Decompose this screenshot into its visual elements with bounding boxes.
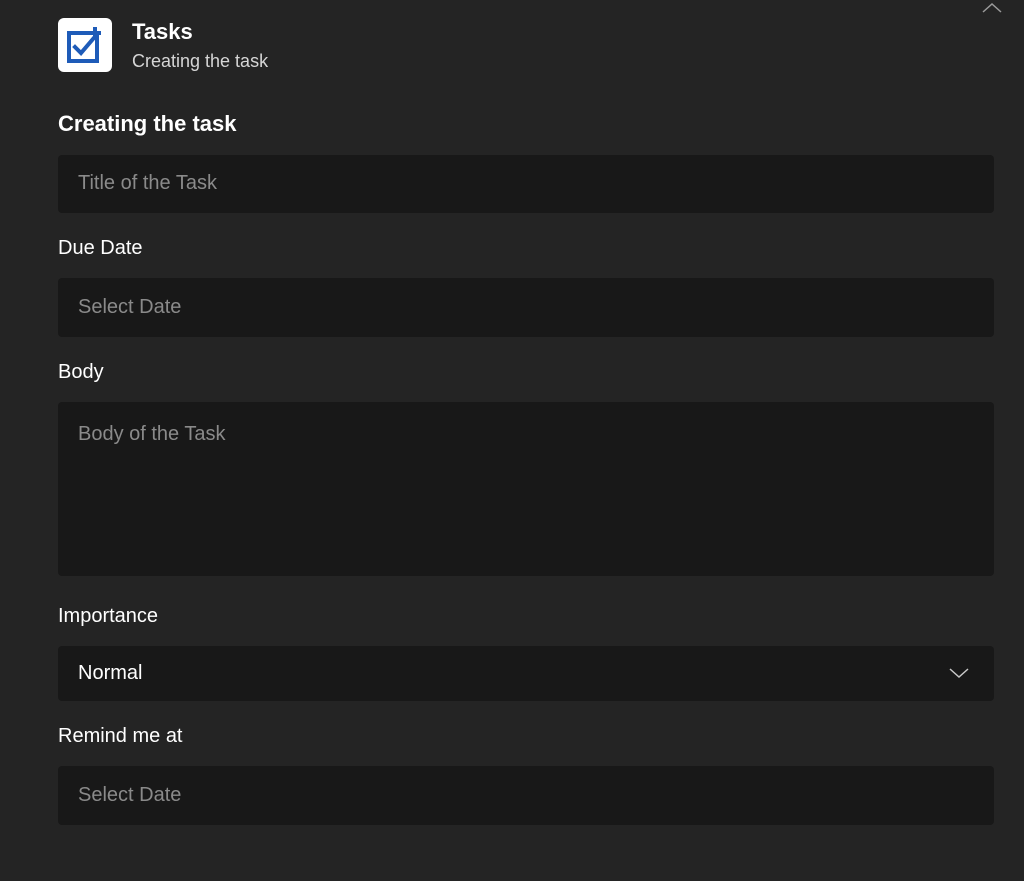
close-button[interactable] (978, 0, 1006, 16)
chevron-up-icon (981, 2, 1003, 14)
checkbox-plus-icon (65, 25, 105, 65)
remind-me-label: Remind me at (58, 725, 994, 748)
due-date-label: Due Date (58, 237, 994, 260)
app-title: Tasks (132, 18, 268, 46)
importance-selected-value: Normal (78, 662, 142, 685)
importance-label: Importance (58, 605, 994, 628)
body-label: Body (58, 361, 994, 384)
task-form-container: Tasks Creating the task Creating the tas… (0, 0, 1024, 825)
remind-me-input[interactable] (58, 766, 994, 825)
tasks-app-icon (58, 18, 112, 72)
form-header: Tasks Creating the task (58, 18, 994, 75)
header-text-block: Tasks Creating the task (132, 18, 268, 75)
task-title-input[interactable] (58, 155, 994, 213)
importance-select[interactable]: Normal (58, 646, 994, 701)
due-date-input[interactable] (58, 278, 994, 337)
form-heading: Creating the task (58, 111, 994, 137)
task-body-input[interactable] (58, 402, 994, 576)
app-subtitle: Creating the task (132, 48, 268, 75)
chevron-down-icon (948, 666, 970, 680)
